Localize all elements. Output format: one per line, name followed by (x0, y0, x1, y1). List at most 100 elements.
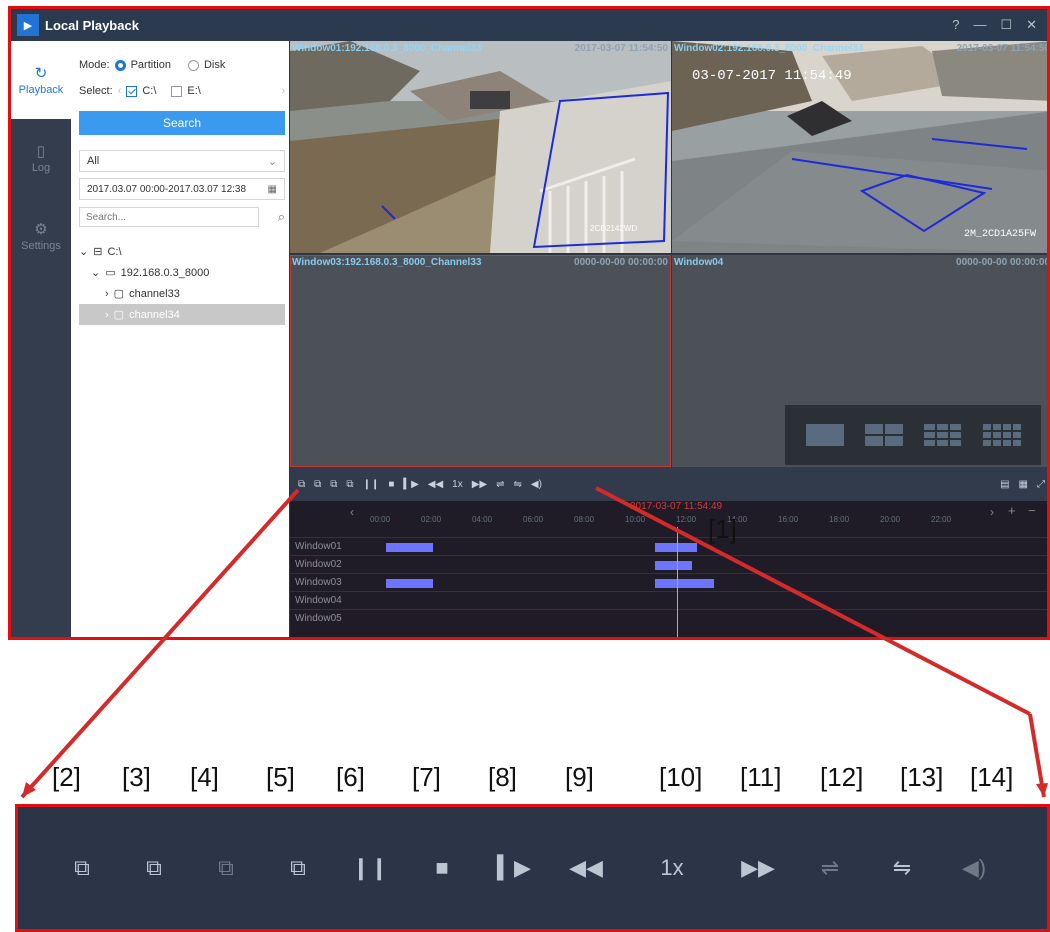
drive-c-label: C:\ (142, 85, 157, 97)
fast-icon[interactable]: ▶▶ (472, 479, 487, 490)
row-label: Window04 (295, 595, 342, 606)
drive-e-checkbox[interactable] (171, 85, 183, 97)
row-label: Window03 (295, 577, 342, 588)
callout-5: [5] (266, 762, 295, 792)
pause-icon[interactable]: ❙❙ (334, 848, 406, 888)
chevron-left-icon[interactable]: ‹ (118, 85, 122, 97)
list-view-icon[interactable]: ▤ (1000, 479, 1009, 490)
window-timestamp: 2017-03-07 11:54:50 (956, 43, 1050, 54)
maximize-icon[interactable]: ☐ (1000, 17, 1012, 33)
select-row: Select: ‹ C:\ E:\ › (79, 85, 285, 97)
window-timestamp: 2017-03-07 11:54:50 (574, 43, 668, 54)
slow-icon[interactable]: ◀◀ (428, 479, 443, 490)
video-window-3[interactable]: Window03:192.168.0.3_8000_Channel33 0000… (290, 255, 671, 467)
step-forward-icon[interactable]: ▍▶ (478, 848, 550, 888)
chevron-down-icon: ⌄ (91, 267, 101, 279)
filter-select[interactable]: All ⌄ (79, 150, 285, 172)
pause-all-icon[interactable]: ⧉ (118, 848, 190, 888)
step-forward-icon[interactable]: ▍▶ (403, 479, 418, 490)
document-icon: ▯ (36, 143, 46, 160)
row-label: Window05 (295, 613, 342, 624)
nav-playback-label: Playback (18, 84, 64, 96)
recording-segment[interactable] (655, 561, 692, 570)
minimize-icon[interactable]: — (973, 17, 986, 33)
window-label: Window01:192.168.0.3_8000_Channel33 (292, 43, 482, 54)
layout-16-icon[interactable] (982, 424, 1021, 446)
video-window-1[interactable]: 2CD2142WD Window01:192.168.0.3_8000_Chan… (290, 41, 671, 253)
adjust-icon[interactable]: ⇌ (496, 479, 504, 490)
nav-playback[interactable]: ↻ Playback (11, 41, 71, 119)
date-range-field[interactable]: 2017.03.07 00:00-2017.03.07 12:38 ▦ (79, 178, 285, 200)
zoom-in-icon[interactable]: + (1008, 503, 1016, 518)
close-icon[interactable]: ✕ (1026, 17, 1037, 33)
svg-text:03-07-2017 11:54:49: 03-07-2017 11:54:49 (692, 68, 852, 84)
equalizer-icon[interactable]: ⇋ (866, 848, 938, 888)
timeline[interactable]: ‹ 2017-03-07 11:54:49 › + − 00:00 02:00 … (290, 501, 1047, 637)
speed-label: 1x (660, 855, 684, 880)
chevron-left-icon[interactable]: ‹ (350, 505, 354, 519)
search-input[interactable] (79, 207, 259, 227)
fullscreen-icon[interactable]: ⤢ (1037, 479, 1045, 490)
drive-c-checkbox[interactable] (126, 85, 138, 97)
sync-icon[interactable]: ⧉ (190, 848, 262, 888)
tree-node-device[interactable]: ⌄ ▭ 192.168.0.3_8000 (79, 262, 285, 283)
help-icon[interactable]: ? (952, 17, 959, 33)
window-label: Window02:192.168.0.3_8000_Channel34 (674, 43, 864, 54)
disk-radio[interactable] (187, 59, 199, 71)
pause-all-icon[interactable]: ⧉ (314, 479, 321, 490)
callout-1: [1] (708, 514, 737, 544)
video-window-2[interactable]: 03-07-2017 11:54:49 2M_2CD1A25FW Window0… (672, 41, 1050, 253)
volume-icon[interactable]: ◀) (531, 479, 542, 490)
zoomed-toolbar: ⧉ ⧉ ⧉ ⧉ ❙❙ ■ ▍▶ ◀◀ 1x ▶▶ ⇌ ⇋ ◀) (15, 804, 1050, 932)
adjust-icon[interactable]: ⇌ (794, 848, 866, 888)
timeline-ruler: ‹ 2017-03-07 11:54:49 › + − 00:00 02:00 … (290, 501, 1047, 527)
slow-icon[interactable]: ◀◀ (550, 848, 622, 888)
chevron-right-icon[interactable]: › (990, 505, 994, 519)
row-label: Window01 (295, 541, 342, 552)
mode-row: Mode: Partition Disk (79, 59, 225, 71)
layout-4-icon[interactable] (864, 424, 903, 446)
recording-segment[interactable] (386, 543, 433, 552)
equalizer-icon[interactable]: ⇋ (514, 479, 522, 490)
hour-tick: 08:00 (574, 515, 595, 524)
svg-text:2CD2142WD: 2CD2142WD (590, 224, 637, 233)
partition-label: Partition (130, 59, 171, 71)
stop-all-icon[interactable]: ⧉ (346, 479, 353, 490)
recording-segment[interactable] (655, 543, 697, 552)
hour-tick: 16:00 (778, 515, 799, 524)
chevron-right-icon[interactable]: › (281, 85, 285, 97)
recording-segment[interactable] (386, 579, 433, 588)
search-button[interactable]: Search (79, 111, 285, 135)
zoom-out-icon[interactable]: − (1028, 503, 1036, 518)
layout-1-icon[interactable] (805, 424, 844, 446)
recording-segment[interactable] (655, 579, 714, 588)
tree-node-channel34[interactable]: › ▢ channel34 (79, 304, 285, 325)
search-panel: Mode: Partition Disk Select: ‹ C:\ E:\ ›… (71, 41, 289, 637)
volume-icon[interactable]: ◀) (938, 848, 1010, 888)
partition-radio[interactable] (114, 59, 126, 71)
disk-label: Disk (203, 59, 226, 71)
stop-all-icon[interactable]: ⧉ (262, 848, 334, 888)
layout-9-icon[interactable] (923, 424, 962, 446)
sync-icon[interactable]: ⧉ (330, 479, 337, 490)
timeline-row: Window04 (290, 591, 1047, 609)
stop-icon[interactable]: ■ (406, 848, 478, 888)
playhead[interactable] (677, 527, 678, 637)
tree-node-drive[interactable]: ⌄ ⊟ C:\ (79, 241, 285, 262)
calendar-icon[interactable]: ▦ (268, 184, 277, 195)
pause-icon[interactable]: ❙❙ (363, 479, 380, 490)
app-title: Local Playback (45, 17, 139, 33)
stop-icon[interactable]: ■ (388, 479, 394, 490)
tree-node-channel33[interactable]: › ▢ channel33 (79, 283, 285, 304)
grid-view-icon[interactable]: ▦ (1019, 479, 1028, 490)
nav-settings[interactable]: ⚙ Settings (11, 197, 71, 275)
filter-value: All (87, 155, 100, 167)
play-all-icon[interactable]: ⧉ (46, 848, 118, 888)
fast-icon[interactable]: ▶▶ (722, 848, 794, 888)
play-all-icon[interactable]: ⧉ (298, 479, 305, 490)
callout-12: [12] (820, 762, 864, 792)
hour-tick: 12:00 (676, 515, 697, 524)
search-icon[interactable]: ⌕ (278, 209, 285, 225)
nav-log[interactable]: ▯ Log (11, 119, 71, 197)
callout-11: [11] (740, 762, 782, 792)
